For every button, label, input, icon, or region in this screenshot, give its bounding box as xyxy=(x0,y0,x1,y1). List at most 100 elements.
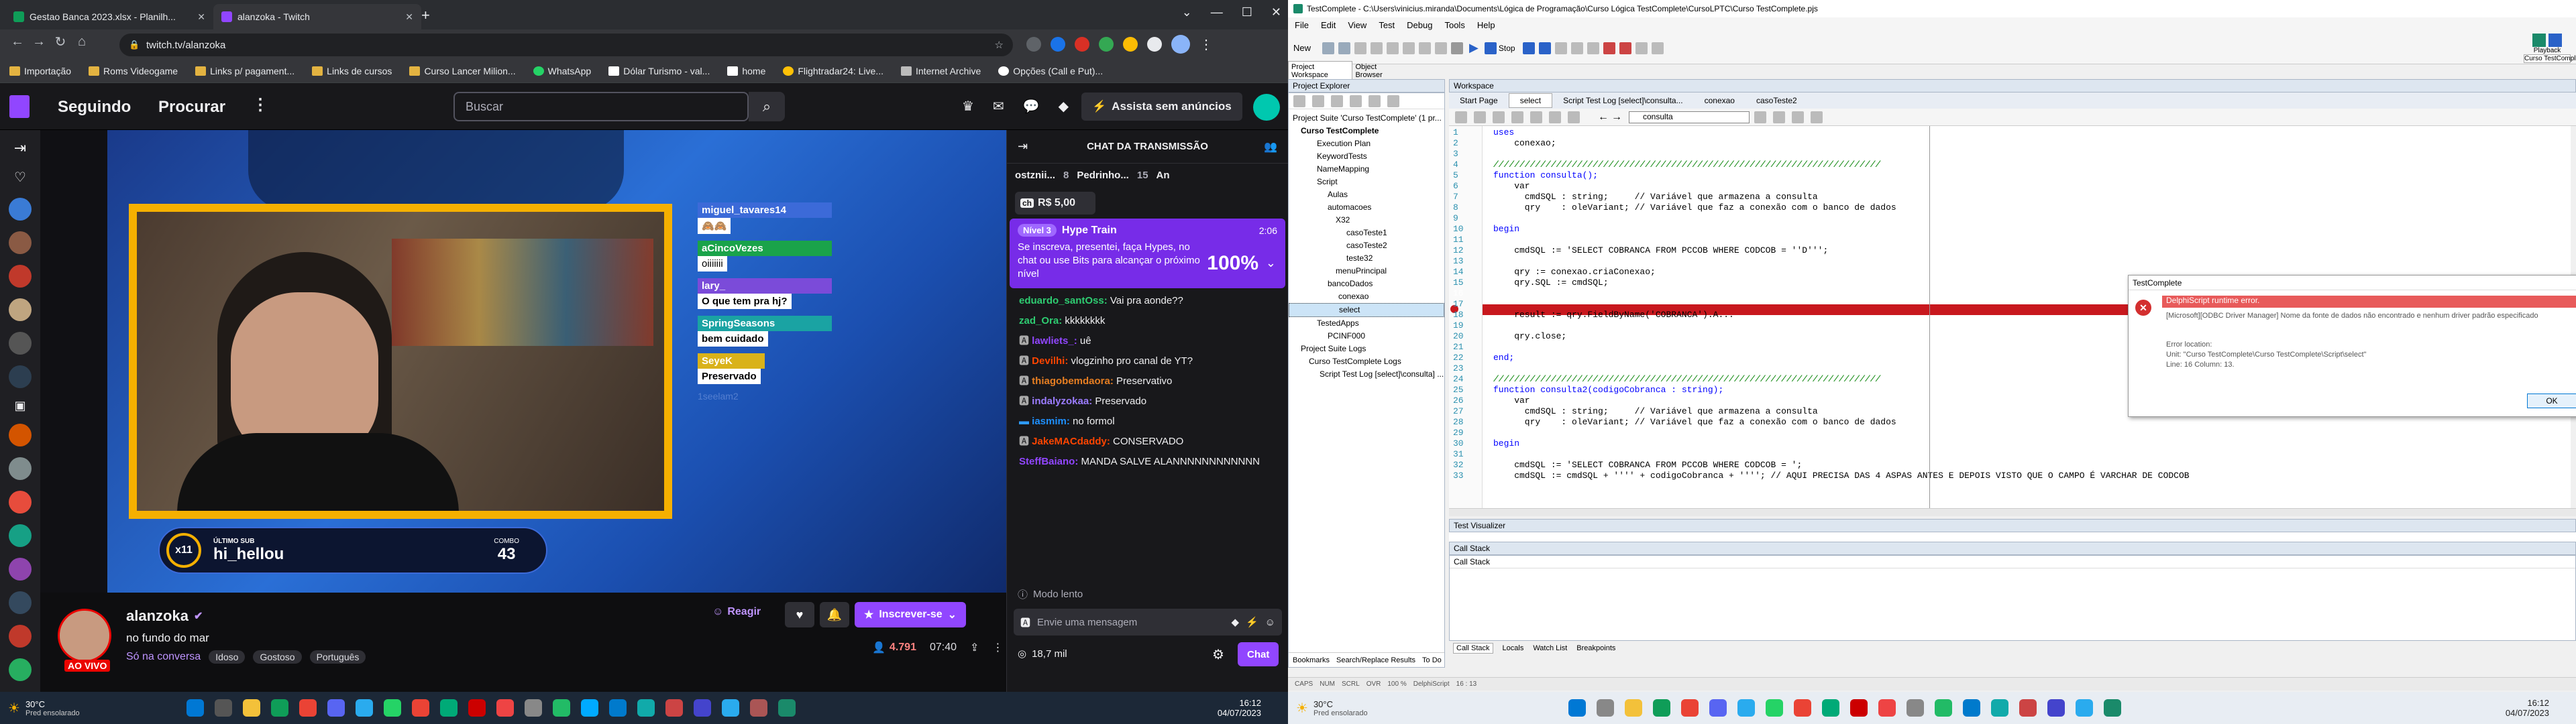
tree-item[interactable]: menuPrincipal xyxy=(1289,265,1444,278)
chrome-icon[interactable] xyxy=(412,699,429,717)
reload-icon[interactable]: ↻ xyxy=(50,34,71,50)
vscode-icon[interactable] xyxy=(1963,699,1980,717)
toolbar-icon[interactable] xyxy=(1403,42,1415,54)
bookmark[interactable]: Roms Videogame xyxy=(89,66,178,76)
breakpoint-icon[interactable] xyxy=(1603,42,1615,54)
nav-browse[interactable]: Procurar xyxy=(158,98,225,117)
toolbar-icon[interactable] xyxy=(1371,42,1383,54)
emote-icon[interactable]: ☺ xyxy=(1265,617,1275,628)
user-avatar[interactable] xyxy=(1253,94,1280,121)
toolbar-icon[interactable] xyxy=(1792,111,1804,123)
app-icon[interactable] xyxy=(1878,699,1896,717)
toolbar-icon[interactable] xyxy=(1331,95,1343,107)
windows-start-icon[interactable] xyxy=(186,699,204,717)
avatar[interactable] xyxy=(9,625,32,648)
app-icon[interactable] xyxy=(440,699,458,717)
tree-item[interactable]: X32 xyxy=(1289,214,1444,227)
more-icon[interactable]: ⋮ xyxy=(992,641,1003,654)
app-icon[interactable] xyxy=(637,699,655,717)
toolbar-icon[interactable] xyxy=(1419,42,1432,54)
menu-help[interactable]: Help xyxy=(1477,20,1495,30)
menu-tools[interactable]: Tools xyxy=(1444,20,1464,30)
tree-item[interactable]: Project Suite Logs xyxy=(1289,343,1444,355)
avatar[interactable] xyxy=(9,424,32,446)
notifications-icon[interactable]: ✉ xyxy=(993,98,1004,115)
star-icon[interactable]: ☆ xyxy=(995,39,1004,51)
file-explorer-icon[interactable] xyxy=(243,699,260,717)
excel-icon[interactable] xyxy=(1653,699,1670,717)
bookmark[interactable]: Flightradar24: Live... xyxy=(783,66,883,76)
react-button[interactable]: ☺ Reagir xyxy=(712,606,761,618)
app-icon[interactable] xyxy=(496,699,514,717)
app-icon[interactable] xyxy=(2019,699,2037,717)
whatsapp-icon[interactable] xyxy=(384,699,401,717)
toolbar-icon[interactable] xyxy=(1474,111,1486,123)
bookmark[interactable]: Internet Archive xyxy=(901,66,981,76)
toolbar-icon[interactable] xyxy=(1549,111,1561,123)
close-tab-icon[interactable]: ✕ xyxy=(197,11,205,23)
collapse-icon[interactable]: ⇥ xyxy=(0,139,40,157)
record-icon[interactable] xyxy=(1451,42,1464,54)
back-icon[interactable]: ← xyxy=(7,34,28,50)
tree-item[interactable]: Project Suite 'Curso TestComplete' (1 pr… xyxy=(1289,112,1444,125)
extension-icon[interactable] xyxy=(1123,37,1138,52)
tree-item[interactable]: Curso TestComplete Logs xyxy=(1289,355,1444,368)
breakpoint-icon[interactable] xyxy=(1619,42,1631,54)
whispers-icon[interactable]: 💬 xyxy=(1023,98,1040,115)
tab-watch-list[interactable]: Watch List xyxy=(1533,644,1567,652)
avatar[interactable] xyxy=(9,591,32,614)
toolbar-icon[interactable] xyxy=(1635,42,1648,54)
bookmark[interactable]: WhatsApp xyxy=(533,66,591,76)
app-icon[interactable] xyxy=(1935,699,1952,717)
follow-heart-button[interactable]: ♥ xyxy=(785,602,814,627)
avatar[interactable] xyxy=(9,457,32,480)
avatar[interactable] xyxy=(9,231,32,254)
tab-breakpoints[interactable]: Breakpoints xyxy=(1576,644,1615,652)
search-input[interactable]: Buscar xyxy=(453,92,749,121)
subscribe-button[interactable]: ★ Inscrever-se ⌄ xyxy=(855,602,967,627)
bookmark[interactable]: Curso Lancer Milion... xyxy=(409,66,516,76)
tree-item[interactable]: Script xyxy=(1289,176,1444,188)
close-icon[interactable]: ✕ xyxy=(1271,5,1281,19)
back-icon[interactable]: ← xyxy=(1598,111,1609,123)
windows-start-icon[interactable] xyxy=(1568,699,1586,717)
gear-icon[interactable]: ⚙ xyxy=(1212,646,1224,663)
toolbar-icon[interactable] xyxy=(1587,42,1599,54)
avatar[interactable] xyxy=(9,198,32,221)
new-button[interactable]: New xyxy=(1293,43,1311,53)
more-icon[interactable]: ⋮ xyxy=(252,95,268,115)
bits-icon[interactable]: ◆ xyxy=(1231,616,1239,628)
tree-item[interactable]: PCINF000 xyxy=(1289,330,1444,343)
tree-item[interactable]: Execution Plan xyxy=(1289,137,1444,150)
extension-icon[interactable] xyxy=(1051,37,1065,52)
toolbar-icon[interactable] xyxy=(1387,95,1399,107)
pinned-cheer[interactable]: ch R$ 5,00 xyxy=(1015,192,1095,215)
tree-item[interactable]: teste32 xyxy=(1289,252,1444,265)
chat-send-button[interactable]: Chat xyxy=(1238,642,1279,666)
clock[interactable]: 16:12 04/07/2023 xyxy=(2506,698,2549,718)
toolbar-icon[interactable] xyxy=(1368,95,1381,107)
forward-icon[interactable]: → xyxy=(28,34,50,50)
app-icon[interactable] xyxy=(553,699,570,717)
pause-icon[interactable] xyxy=(1538,42,1551,54)
tab-casoteste2[interactable]: casoTeste2 xyxy=(1746,96,1808,105)
routine-dropdown[interactable]: consulta xyxy=(1629,111,1750,123)
weather-widget[interactable]: ☀ 30°C Pred ensolarado xyxy=(1288,699,1422,717)
tag[interactable]: Português xyxy=(309,650,366,664)
maximize-icon[interactable]: ☐ xyxy=(1242,5,1252,19)
telegram-icon[interactable] xyxy=(356,699,373,717)
chrome-icon[interactable] xyxy=(1794,699,1811,717)
file-explorer-icon[interactable] xyxy=(1625,699,1642,717)
toolbar-icon[interactable] xyxy=(1350,95,1362,107)
avatar[interactable] xyxy=(9,524,32,547)
toolbar-icon[interactable] xyxy=(1293,95,1305,107)
tab-locals[interactable]: Locals xyxy=(1503,644,1524,652)
whatsapp-icon[interactable] xyxy=(1766,699,1783,717)
vscode-icon[interactable] xyxy=(609,699,627,717)
tab-conexao[interactable]: conexao xyxy=(1694,96,1746,105)
toolbar-icon[interactable] xyxy=(1530,111,1542,123)
twitch-logo-icon[interactable] xyxy=(9,95,30,118)
avatar[interactable] xyxy=(9,558,32,581)
home-icon[interactable]: ⌂ xyxy=(71,34,93,50)
weather-widget[interactable]: ☀ 30°C Pred ensolarado xyxy=(0,699,134,717)
